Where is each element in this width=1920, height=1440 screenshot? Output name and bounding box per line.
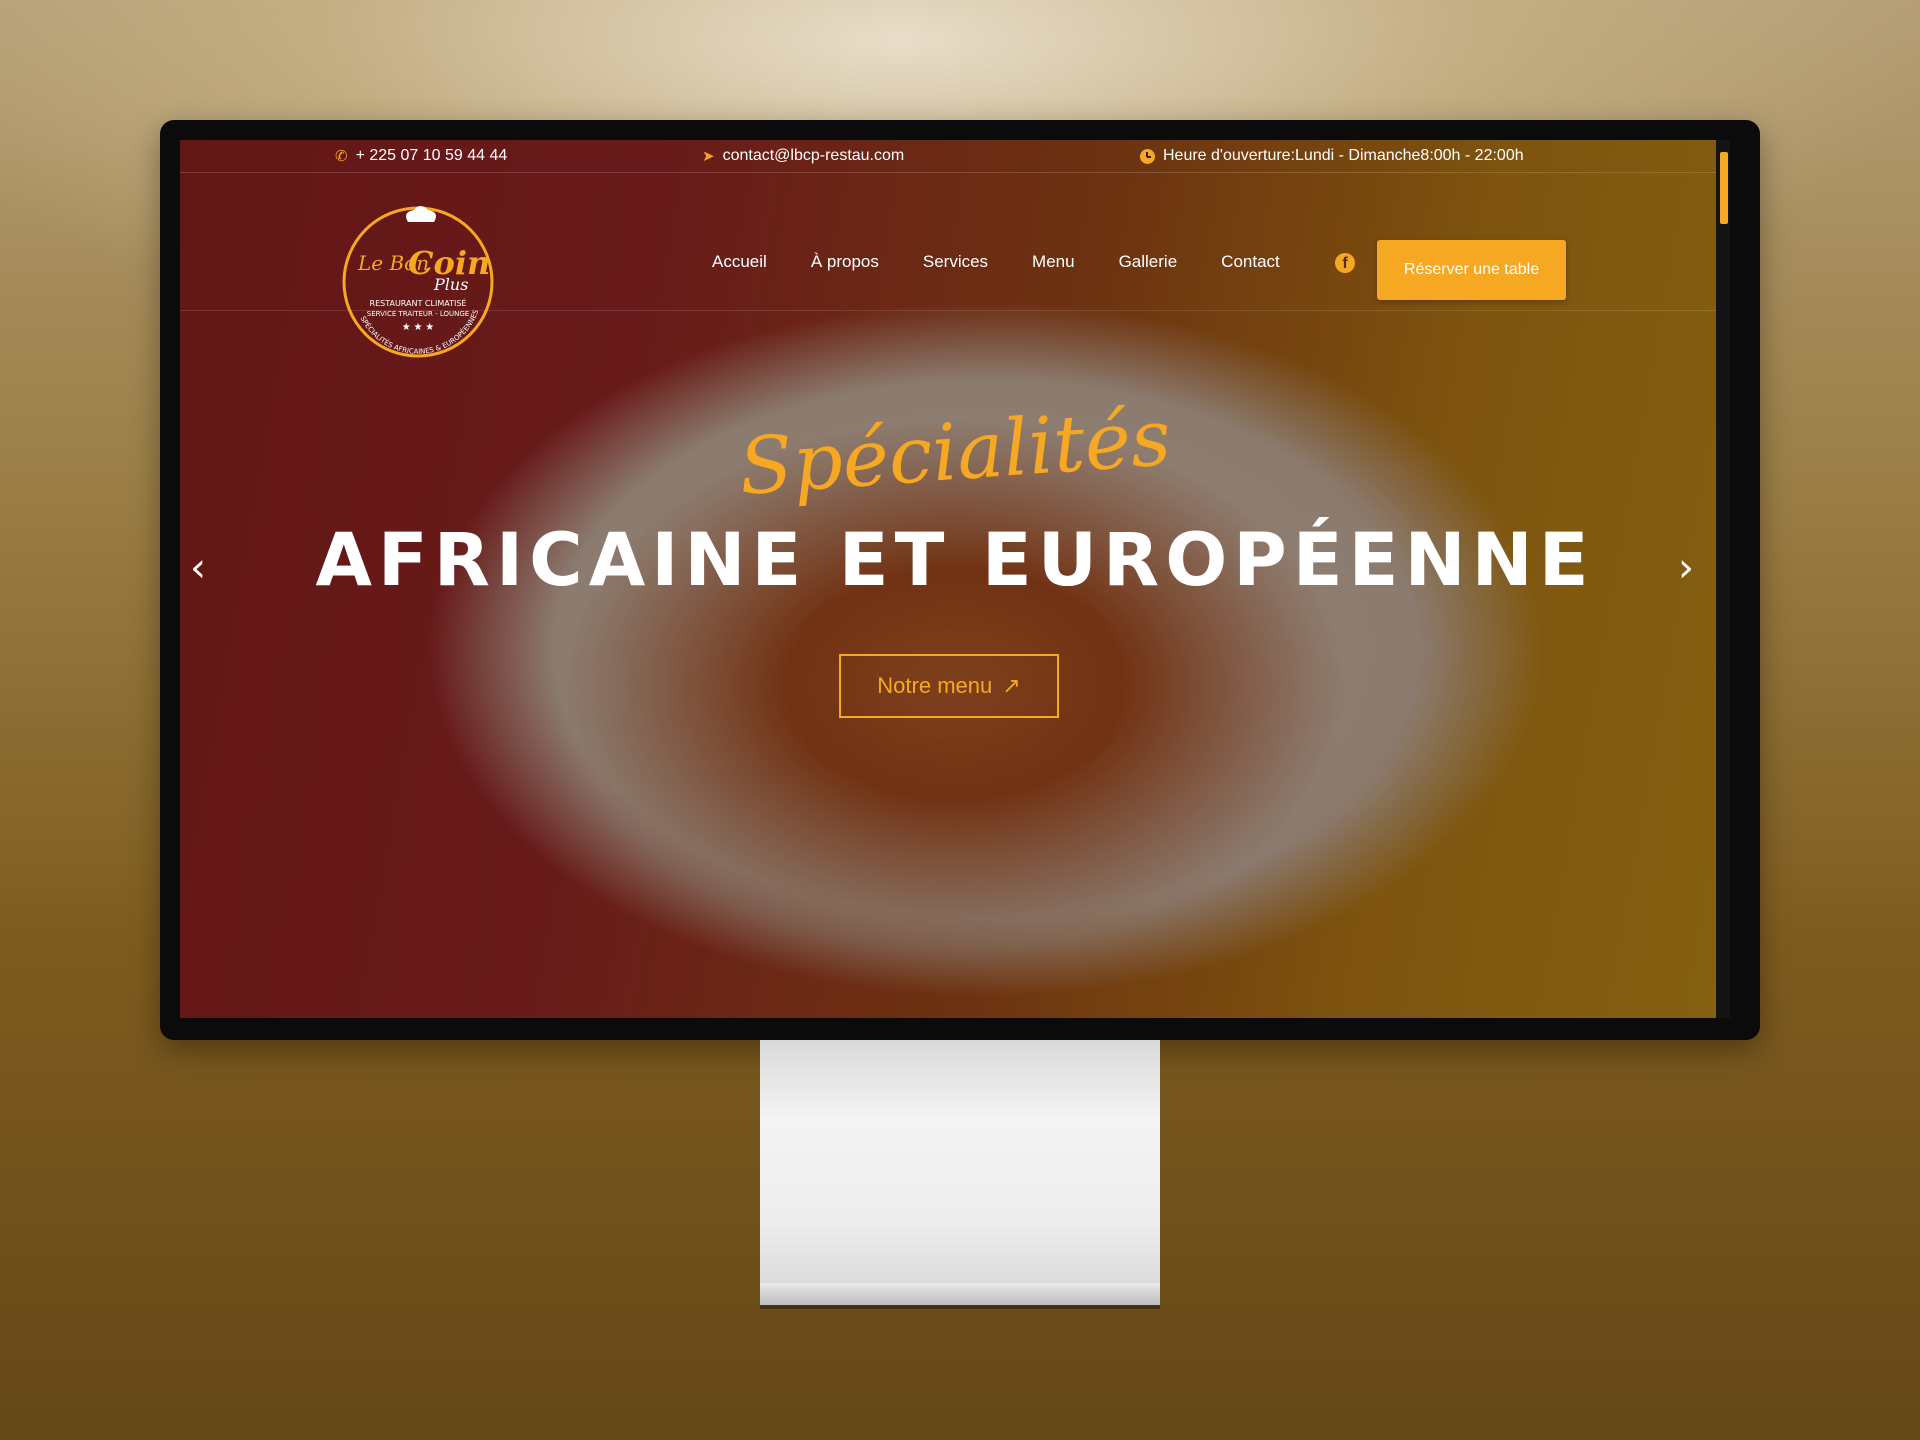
nav-menu: Accueil À propos Services Menu Gallerie … bbox=[712, 252, 1280, 272]
nav-item-accueil[interactable]: Accueil bbox=[712, 252, 767, 272]
scrollbar[interactable] bbox=[1716, 140, 1730, 1018]
arrow-up-right-icon: ↗ bbox=[1002, 673, 1021, 698]
reserve-table-button[interactable]: Réserver une table bbox=[1377, 240, 1566, 300]
notre-menu-label: Notre menu bbox=[877, 673, 993, 698]
hours-text: Heure d'ouverture:Lundi - Dimanche8:00h … bbox=[1163, 147, 1524, 164]
logo-subtitle-2: SERVICE TRAITEUR - LOUNGE bbox=[367, 310, 469, 318]
logo-ring bbox=[342, 206, 494, 358]
phone-icon: ✆ bbox=[335, 147, 348, 165]
hours-info: Heure d'ouverture:Lundi - Dimanche8:00h … bbox=[1140, 147, 1524, 165]
facebook-icon[interactable]: f bbox=[1335, 253, 1355, 273]
clock-icon bbox=[1140, 148, 1155, 164]
email-text: contact@lbcp-restau.com bbox=[722, 147, 905, 164]
notre-menu-button[interactable]: Notre menu ↗ bbox=[839, 654, 1059, 718]
nav-item-menu[interactable]: Menu bbox=[1032, 252, 1075, 272]
nav-item-contact[interactable]: Contact bbox=[1221, 252, 1280, 272]
monitor-stand-shadow bbox=[760, 1305, 1160, 1309]
phone-info[interactable]: ✆ + 225 07 10 59 44 44 bbox=[335, 147, 507, 165]
hero-title: AFRICAINE ET EUROPÉENNE bbox=[315, 518, 1595, 603]
nav-item-services[interactable]: Services bbox=[923, 252, 988, 272]
top-info-bar: ✆ + 225 07 10 59 44 44 ➤ contact@lbcp-re… bbox=[180, 140, 1716, 173]
logo-text-plus: Plus bbox=[433, 275, 468, 294]
logo-subtitle-1: RESTAURANT CLIMATISÉ bbox=[370, 297, 467, 308]
main-navigation: Le Bon Coin Plus RESTAURANT CLIMATISÉ SE… bbox=[180, 172, 1716, 358]
scrollbar-thumb[interactable] bbox=[1720, 152, 1728, 224]
logo-stars: ★ ★ ★ bbox=[402, 322, 434, 333]
email-info[interactable]: ➤ contact@lbcp-restau.com bbox=[702, 147, 904, 165]
monitor-frame: ✆ + 225 07 10 59 44 44 ➤ contact@lbcp-re… bbox=[160, 120, 1760, 1040]
phone-text: + 225 07 10 59 44 44 bbox=[355, 147, 508, 164]
monitor-stand-foot bbox=[760, 1283, 1160, 1305]
nav-item-a-propos[interactable]: À propos bbox=[811, 252, 879, 272]
website-screen: ✆ + 225 07 10 59 44 44 ➤ contact@lbcp-re… bbox=[180, 140, 1730, 1018]
monitor-stand bbox=[760, 1040, 1160, 1305]
restaurant-logo[interactable]: Le Bon Coin Plus RESTAURANT CLIMATISÉ SE… bbox=[338, 202, 498, 362]
nav-item-gallerie[interactable]: Gallerie bbox=[1119, 252, 1178, 272]
paper-plane-icon: ➤ bbox=[702, 147, 715, 165]
